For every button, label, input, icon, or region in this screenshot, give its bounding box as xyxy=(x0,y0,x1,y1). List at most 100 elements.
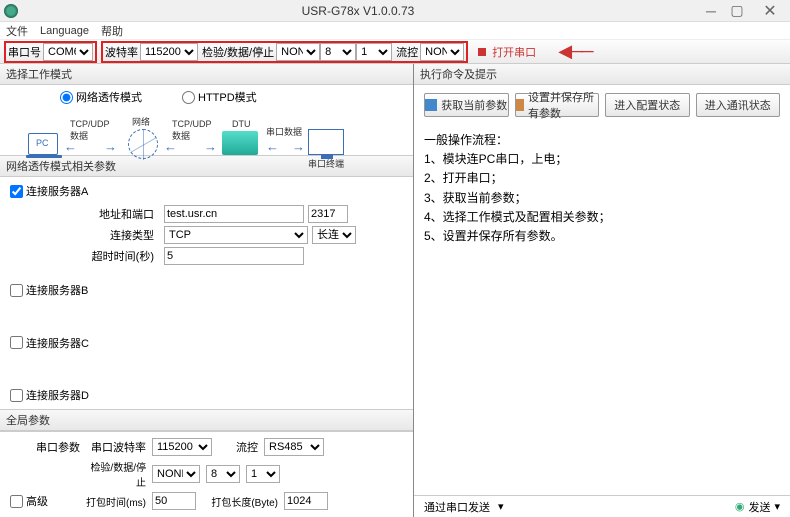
config-mode-button[interactable]: 进入配置状态 xyxy=(605,93,690,117)
server-b-row: 连接服务器B xyxy=(0,276,413,304)
menu-help[interactable]: 帮助 xyxy=(101,23,123,39)
server-c-checkbox[interactable] xyxy=(10,336,23,349)
port-label: 串口号 xyxy=(8,44,41,60)
save-icon xyxy=(516,99,524,111)
packtime-input[interactable] xyxy=(152,492,196,510)
minimize-button[interactable]: ─ xyxy=(698,1,724,21)
log-line: 1、模块连PC串口，上电； xyxy=(424,150,780,169)
long-select[interactable]: 长连接 xyxy=(312,226,356,244)
server-b-checkbox[interactable] xyxy=(10,284,23,297)
arrow-icon: → xyxy=(104,139,117,154)
port-select[interactable]: COM6 xyxy=(43,43,93,61)
packlen-input[interactable] xyxy=(284,492,328,510)
send-via-label: 通过串口发送 xyxy=(424,499,490,515)
type-label: 连接类型 xyxy=(80,227,160,243)
addr-label: 地址和端口 xyxy=(80,206,160,222)
titlebar: USR-G78x V1.0.0.73 ─ ▢ ✕ xyxy=(0,0,790,22)
download-icon xyxy=(425,99,437,111)
send-icon: ◉ xyxy=(735,500,745,513)
arrow-icon: ← xyxy=(266,139,279,154)
baud-select[interactable]: 115200 xyxy=(140,43,198,61)
gcheck-label: 检验/数据/停止 xyxy=(86,459,146,489)
arrow-icon: → xyxy=(204,139,217,154)
port-group: 串口号 COM6 xyxy=(4,41,97,63)
send-button[interactable]: ◉ 发送 ▾ xyxy=(735,499,780,515)
timeout-label: 超时时间(秒) xyxy=(80,248,160,264)
server-b-label: 连接服务器B xyxy=(26,282,88,298)
serial-params-group: 波特率 115200 检验/数据/停止 NONE 8 1 流控 NONE xyxy=(101,41,468,63)
global-section-head: 全局参数 xyxy=(0,409,413,431)
arrow-indicator: ◀── xyxy=(558,41,591,62)
dtu-icon xyxy=(222,131,258,155)
port-input[interactable] xyxy=(308,205,348,223)
mode-radios: 网络透传模式 HTTPD模式 xyxy=(0,85,413,109)
server-d-label: 连接服务器D xyxy=(26,387,89,403)
server-a-row: 连接服务器A xyxy=(0,177,413,205)
dtu-label: DTU xyxy=(232,119,251,129)
terminal-icon xyxy=(308,129,344,155)
globe-icon xyxy=(128,129,158,159)
command-buttons: 获取当前参数 设置并保存所有参数 进入配置状态 进入通讯状态 xyxy=(414,85,790,125)
log-line: 5、设置并保存所有参数。 xyxy=(424,227,780,246)
log-line: 2、打开串口； xyxy=(424,169,780,188)
type-select[interactable]: TCP xyxy=(164,226,308,244)
stopbits-select[interactable]: 1 xyxy=(356,43,392,61)
open-port-button[interactable]: 打开串口 xyxy=(478,44,536,60)
dropdown-icon[interactable]: ▾ xyxy=(498,500,504,513)
menubar: 文件 Language 帮助 xyxy=(0,22,790,40)
gcheck-select[interactable]: NONE xyxy=(152,465,200,483)
server-c-label: 连接服务器C xyxy=(26,335,89,351)
addr-input[interactable] xyxy=(164,205,304,223)
send-bar: 通过串口发送 ▾ ◉ 发送 ▾ xyxy=(414,495,790,517)
arrow-icon: → xyxy=(292,139,305,154)
flow-select[interactable]: NONE xyxy=(420,43,464,61)
close-button[interactable]: ✕ xyxy=(750,1,790,21)
packtime-label: 打包时间(ms) xyxy=(86,494,146,509)
dropdown-icon[interactable]: ▾ xyxy=(774,500,780,513)
window-title: USR-G78x V1.0.0.73 xyxy=(18,4,698,18)
menu-file[interactable]: 文件 xyxy=(6,23,28,39)
net-label: 网络 xyxy=(132,115,150,128)
packlen-label: 打包长度(Byte) xyxy=(202,494,278,509)
get-params-button[interactable]: 获取当前参数 xyxy=(424,93,509,117)
right-panel: 执行命令及提示 获取当前参数 设置并保存所有参数 进入配置状态 进入通讯状态 一… xyxy=(414,64,790,517)
global-params: 串口参数 串口波特率 115200 流控 RS485 检验/数据/停止 NONE… xyxy=(0,431,413,517)
maximize-button[interactable]: ▢ xyxy=(724,1,750,21)
netparams-section-head: 网络透传模式相关参数 xyxy=(0,155,413,177)
term-label: 串口终端 xyxy=(308,157,344,170)
gdata-select[interactable]: 8 xyxy=(206,465,240,483)
flow-label: 流控 xyxy=(396,44,418,60)
gflow-select[interactable]: RS485 xyxy=(264,438,324,456)
server-a-checkbox[interactable] xyxy=(10,185,23,198)
cmd-section-head: 执行命令及提示 xyxy=(414,64,790,85)
set-params-button[interactable]: 设置并保存所有参数 xyxy=(515,93,600,117)
arrow-icon: ← xyxy=(64,139,77,154)
log-area[interactable]: 一般操作流程： 1、模块连PC串口，上电； 2、打开串口； 3、获取当前参数； … xyxy=(414,125,790,495)
menu-language[interactable]: Language xyxy=(40,25,89,37)
mode-httpd[interactable]: HTTPD模式 xyxy=(182,89,257,105)
advanced-label: 高级 xyxy=(26,493,48,509)
mode-net[interactable]: 网络透传模式 xyxy=(60,89,142,105)
check-label: 检验/数据/停止 xyxy=(202,44,274,60)
gbaud-select[interactable]: 115200 xyxy=(152,438,212,456)
comm-mode-button[interactable]: 进入通讯状态 xyxy=(696,93,781,117)
topology-diagram: PC TCP/UDP数据 ← → 网络 ← TCP/UDP数据 → DTU ← … xyxy=(10,111,403,149)
pc-label: PC xyxy=(36,138,49,148)
gflow-label: 流控 xyxy=(218,439,258,455)
main-area: 选择工作模式 网络透传模式 HTTPD模式 PC TCP/UDP数据 ← → 网… xyxy=(0,64,790,517)
left-panel: 选择工作模式 网络透传模式 HTTPD模式 PC TCP/UDP数据 ← → 网… xyxy=(0,64,414,517)
check-select[interactable]: NONE xyxy=(276,43,320,61)
gstop-select[interactable]: 1 xyxy=(246,465,280,483)
mode-section-head: 选择工作模式 xyxy=(0,64,413,85)
timeout-input[interactable] xyxy=(164,247,304,265)
gbaud-label: 串口波特率 xyxy=(86,439,146,455)
log-line: 3、获取当前参数； xyxy=(424,189,780,208)
server-d-checkbox[interactable] xyxy=(10,389,23,402)
server-a-label: 连接服务器A xyxy=(26,183,88,199)
window-buttons: ─ ▢ ✕ xyxy=(698,1,790,21)
log-title: 一般操作流程： xyxy=(424,131,780,150)
advanced-checkbox[interactable] xyxy=(10,495,23,508)
databits-select[interactable]: 8 xyxy=(320,43,356,61)
serial-label: 串口数据 xyxy=(266,125,302,138)
baud-label: 波特率 xyxy=(105,44,138,60)
